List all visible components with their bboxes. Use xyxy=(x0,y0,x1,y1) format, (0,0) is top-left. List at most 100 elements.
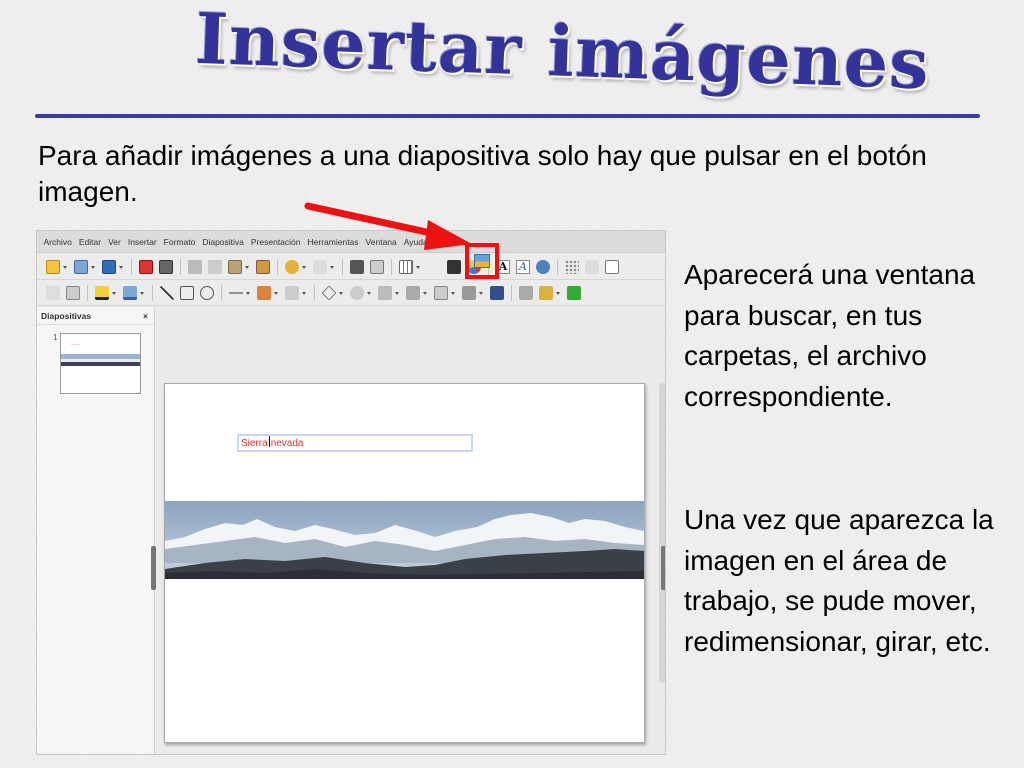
title-underline xyxy=(35,114,980,118)
mountain-photo[interactable] xyxy=(165,501,644,579)
chevron-down-icon[interactable] xyxy=(339,286,344,300)
gallery-icon[interactable] xyxy=(536,259,550,274)
select-icon[interactable] xyxy=(46,285,60,300)
app-screenshot: Archivo Editar Ver Insertar Formato Diap… xyxy=(36,230,666,755)
toolbar-separator xyxy=(314,284,315,301)
line-icon[interactable] xyxy=(160,285,174,300)
chevron-down-icon[interactable] xyxy=(423,286,428,300)
chevron-down-icon[interactable] xyxy=(112,286,117,300)
chevron-down-icon[interactable] xyxy=(245,260,250,274)
menu-item-insertar[interactable]: Insertar xyxy=(124,237,160,247)
curve-icon[interactable] xyxy=(257,285,271,300)
panel-resize-handle[interactable] xyxy=(151,546,156,590)
slide-textbox[interactable]: Sierra nevada xyxy=(237,434,473,452)
chevron-down-icon[interactable] xyxy=(479,286,484,300)
callouts-icon[interactable] xyxy=(434,285,448,300)
chevron-down-icon[interactable] xyxy=(140,286,145,300)
thumbnail-title: ――― xyxy=(71,342,80,346)
toolbar-separator xyxy=(391,258,392,275)
stars-icon[interactable] xyxy=(462,285,476,300)
vertical-scrollbar[interactable] xyxy=(659,383,665,683)
spellcheck-icon[interactable] xyxy=(350,259,364,274)
thumbnail-image xyxy=(61,354,140,366)
intro-text: Para añadir imágenes a una diapositiva s… xyxy=(38,140,927,207)
menu-item-ver[interactable]: Ver xyxy=(105,237,125,247)
menu-item-presentacion[interactable]: Presentación xyxy=(247,237,304,247)
drawing-toolbar xyxy=(37,280,665,306)
chevron-down-icon[interactable] xyxy=(302,286,307,300)
menu-item-diapositiva[interactable]: Diapositiva xyxy=(199,237,248,247)
connector-icon[interactable] xyxy=(285,285,299,300)
helplines-icon[interactable] xyxy=(585,259,599,274)
chevron-down-icon[interactable] xyxy=(416,260,421,274)
chevron-down-icon[interactable] xyxy=(395,286,400,300)
cut-icon[interactable] xyxy=(188,259,202,274)
pdf-icon[interactable] xyxy=(139,259,153,274)
chevron-down-icon[interactable] xyxy=(451,286,456,300)
textbox-text-before: Sierra xyxy=(241,438,268,449)
chevron-down-icon[interactable] xyxy=(63,260,68,274)
menu-item-archivo[interactable]: Archivo xyxy=(40,237,75,247)
table-icon[interactable] xyxy=(399,259,413,274)
red-arrow-annotation xyxy=(304,202,472,250)
instruction-text-1: Aparecerá una ventana para buscar, en tu… xyxy=(684,259,976,412)
chevron-down-icon[interactable] xyxy=(330,260,335,274)
flowchart-icon[interactable] xyxy=(406,285,420,300)
presentation-icon[interactable] xyxy=(605,259,619,274)
basic-shapes-icon[interactable] xyxy=(321,285,337,300)
sidebar-resize-handle[interactable] xyxy=(661,546,665,590)
movie-icon[interactable] xyxy=(447,259,461,274)
slides-panel-header: Diapositivas × xyxy=(37,307,154,325)
arrow-line-icon[interactable] xyxy=(229,285,243,300)
redo-icon[interactable] xyxy=(313,259,327,274)
save-icon[interactable] xyxy=(102,259,116,274)
text-cursor xyxy=(268,436,270,447)
slide-thumbnail[interactable]: ――― xyxy=(60,333,141,394)
fill-color-icon[interactable] xyxy=(123,285,137,300)
toolbar-separator xyxy=(87,284,88,301)
arrange-icon[interactable] xyxy=(567,285,581,300)
toolbar-separator xyxy=(511,284,512,301)
slide-number: 1 xyxy=(53,333,58,342)
fontwork-icon[interactable]: A xyxy=(516,259,530,274)
work-area: Sierra nevada xyxy=(156,307,665,754)
print-icon[interactable] xyxy=(159,259,173,274)
menu-item-editar[interactable]: Editar xyxy=(75,237,104,247)
find-icon[interactable] xyxy=(370,259,384,274)
line-color-icon[interactable] xyxy=(95,285,109,300)
toolbar-separator xyxy=(131,258,132,275)
copy-icon[interactable] xyxy=(208,259,222,274)
points-icon[interactable] xyxy=(519,285,533,300)
chevron-down-icon[interactable] xyxy=(302,260,307,274)
chevron-down-icon[interactable] xyxy=(119,260,124,274)
toolbar-separator xyxy=(180,258,181,275)
slides-panel: Diapositivas × 1 ――― xyxy=(37,307,155,754)
3d-objects-icon[interactable] xyxy=(490,285,504,300)
grid-icon[interactable] xyxy=(565,259,579,274)
instruction-text-2: Una vez que aparezca la imagen en el áre… xyxy=(684,504,994,657)
rectangle-icon[interactable] xyxy=(180,285,194,300)
ellipse-icon[interactable] xyxy=(200,285,214,300)
block-arrows-icon[interactable] xyxy=(378,285,392,300)
slide-canvas[interactable]: Sierra nevada xyxy=(164,383,645,743)
chevron-down-icon[interactable] xyxy=(246,286,251,300)
new-icon[interactable] xyxy=(46,259,60,274)
clone-format-icon[interactable] xyxy=(256,259,270,274)
menu-item-formato[interactable]: Formato xyxy=(160,237,199,247)
open-icon[interactable] xyxy=(74,259,88,274)
chevron-down-icon[interactable] xyxy=(367,286,372,300)
toolbar-separator xyxy=(221,284,222,301)
image-button-slot xyxy=(424,260,444,274)
paste-icon[interactable] xyxy=(228,259,242,274)
zoom-icon[interactable] xyxy=(66,285,80,300)
toolbar-separator xyxy=(277,258,278,275)
chevron-down-icon[interactable] xyxy=(556,286,561,300)
toolbar-separator xyxy=(557,258,558,275)
slides-panel-title: Diapositivas xyxy=(41,310,92,321)
align-icon[interactable] xyxy=(539,285,553,300)
chevron-down-icon[interactable] xyxy=(91,260,96,274)
chevron-down-icon[interactable] xyxy=(274,286,279,300)
symbol-shapes-icon[interactable] xyxy=(350,285,364,300)
undo-icon[interactable] xyxy=(285,259,299,274)
close-icon[interactable]: × xyxy=(143,311,148,321)
